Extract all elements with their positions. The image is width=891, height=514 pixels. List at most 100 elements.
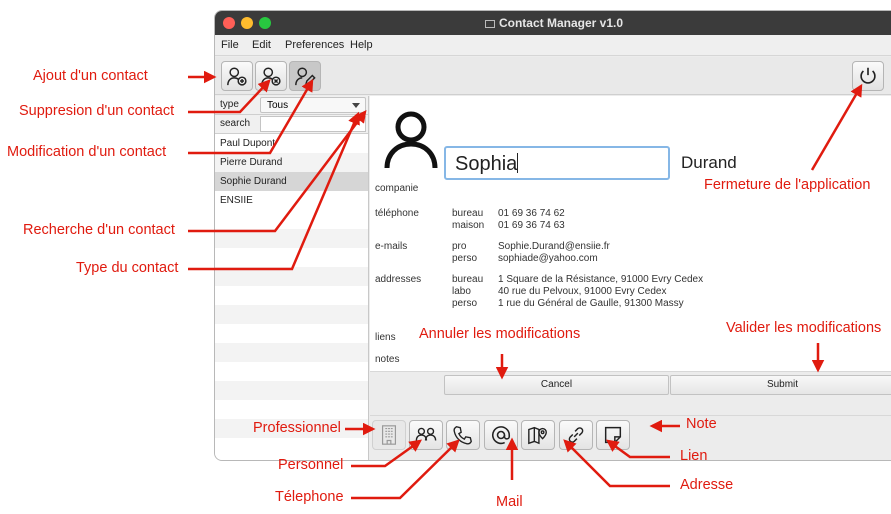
search-row: search	[215, 115, 368, 134]
map-pin-icon	[528, 426, 547, 445]
contact-list-pane: type Tous search Paul Dupont Pierre Dura…	[215, 96, 369, 460]
address-kind: perso	[452, 298, 478, 309]
empty-row	[215, 210, 368, 229]
contact-row[interactable]: ENSIIE	[215, 191, 368, 210]
title-bar: Contact Manager v1.0	[215, 11, 891, 35]
contact-row[interactable]: Sophie Durand	[215, 172, 368, 191]
person-edit-icon	[295, 67, 316, 86]
empty-row	[215, 400, 368, 419]
personal-button[interactable]	[409, 420, 443, 450]
email-value[interactable]: Sophie.Durand@ensiie.fr	[498, 241, 610, 252]
address-value[interactable]: 40 rue du Pelvoux, 91000 Evry Cedex	[498, 286, 666, 297]
toolbar	[215, 57, 891, 95]
menu-edit[interactable]: Edit	[252, 39, 271, 51]
email-kind: pro	[452, 241, 467, 252]
address-value[interactable]: 1 Square de la Résistance, 91000 Evry Ce…	[498, 274, 703, 285]
contact-list: Paul Dupont Pierre Durand Sophie Durand …	[215, 134, 368, 438]
people-icon	[415, 427, 437, 441]
link-button[interactable]	[559, 420, 593, 450]
submit-button[interactable]: Submit	[670, 375, 891, 395]
address-kind: labo	[452, 286, 471, 297]
edit-contact-button[interactable]	[289, 61, 321, 91]
first-name-input[interactable]: Sophia	[444, 146, 670, 180]
empty-row	[215, 305, 368, 324]
power-icon	[860, 67, 876, 84]
avatar-icon	[384, 111, 438, 169]
menu-bar: File Edit Preferences Help	[215, 35, 891, 56]
empty-row	[215, 324, 368, 343]
annotation-note: Note	[686, 416, 717, 432]
annotation-add: Ajout d'un contact	[33, 68, 148, 84]
form-actions: Cancel Submit	[370, 371, 891, 416]
annotation-search: Recherche d'un contact	[23, 222, 175, 238]
type-select-value: Tous	[267, 100, 289, 111]
person-add-icon	[227, 67, 247, 86]
person-remove-icon	[261, 67, 281, 86]
empty-row	[215, 381, 368, 400]
contact-row[interactable]: Pierre Durand	[215, 153, 368, 172]
address-button[interactable]	[521, 420, 555, 450]
cancel-button[interactable]: Cancel	[444, 375, 669, 395]
address-value[interactable]: 1 rue du Général de Gaulle, 91300 Massy	[498, 298, 684, 309]
annotation-submit: Valider les modifications	[726, 320, 882, 336]
phone-value[interactable]: 01 69 36 74 62	[498, 208, 565, 219]
professional-button[interactable]	[372, 420, 406, 450]
note-button[interactable]	[596, 420, 630, 450]
phone-icon	[453, 426, 472, 445]
at-icon	[491, 426, 511, 445]
building-icon	[381, 425, 397, 445]
empty-row	[215, 229, 368, 248]
empty-row	[215, 248, 368, 267]
company-label: companie	[375, 183, 419, 194]
type-label: type	[220, 99, 239, 110]
links-label: liens	[375, 332, 396, 343]
search-label: search	[220, 118, 251, 129]
annotation-perso: Personnel	[278, 457, 344, 473]
empty-row	[215, 362, 368, 381]
app-icon	[484, 19, 495, 28]
phone-button[interactable]	[446, 420, 480, 450]
quit-button[interactable]	[852, 61, 884, 91]
emails-label: e-mails	[375, 241, 408, 252]
phone-kind: bureau	[452, 208, 484, 219]
delete-contact-button[interactable]	[255, 61, 287, 91]
annotation-type: Type du contact	[76, 260, 179, 276]
annotation-mail: Mail	[496, 494, 523, 510]
chevron-down-icon	[352, 103, 360, 108]
annotation-phone: Télephone	[275, 489, 344, 505]
mail-button[interactable]	[484, 420, 518, 450]
annotation-edit: Modification d'un contact	[7, 144, 167, 160]
contact-detail-pane: Sophia Durand companie téléphone bureau …	[370, 96, 891, 460]
window-title: Contact Manager v1.0	[215, 16, 891, 30]
last-name-text[interactable]: Durand	[681, 153, 737, 173]
empty-row	[215, 286, 368, 305]
phone-kind: maison	[452, 220, 485, 231]
type-filter-row: type Tous	[215, 96, 368, 115]
annotation-delete: Suppresion d'un contact	[19, 103, 175, 119]
phone-value[interactable]: 01 69 36 74 63	[498, 220, 565, 231]
notes-label: notes	[375, 354, 400, 365]
empty-row	[215, 267, 368, 286]
address-kind: bureau	[452, 274, 484, 285]
contact-row[interactable]: Paul Dupont	[215, 134, 368, 153]
annotation-quit: Fermeture de l'application	[704, 177, 871, 193]
note-icon	[604, 426, 622, 444]
menu-preferences[interactable]: Preferences	[285, 39, 344, 51]
add-contact-button[interactable]	[221, 61, 253, 91]
search-input[interactable]	[260, 116, 366, 132]
type-select[interactable]: Tous	[260, 97, 366, 113]
link-icon	[568, 427, 584, 443]
menu-file[interactable]: File	[221, 39, 239, 51]
annotation-link: Lien	[680, 448, 708, 464]
email-value[interactable]: sophiade@yahoo.com	[498, 253, 598, 264]
app-window: Contact Manager v1.0 File Edit Preferenc…	[214, 10, 891, 461]
annotation-cancel: Annuler les modifications	[419, 326, 581, 342]
phone-label: téléphone	[375, 208, 419, 219]
field-toolbar	[370, 416, 891, 460]
annotation-address: Adresse	[680, 477, 734, 493]
menu-help[interactable]: Help	[350, 39, 373, 51]
empty-row	[215, 343, 368, 362]
email-kind: perso	[452, 253, 478, 264]
annotation-pro: Professionnel	[253, 420, 341, 436]
addresses-label: addresses	[375, 274, 422, 285]
